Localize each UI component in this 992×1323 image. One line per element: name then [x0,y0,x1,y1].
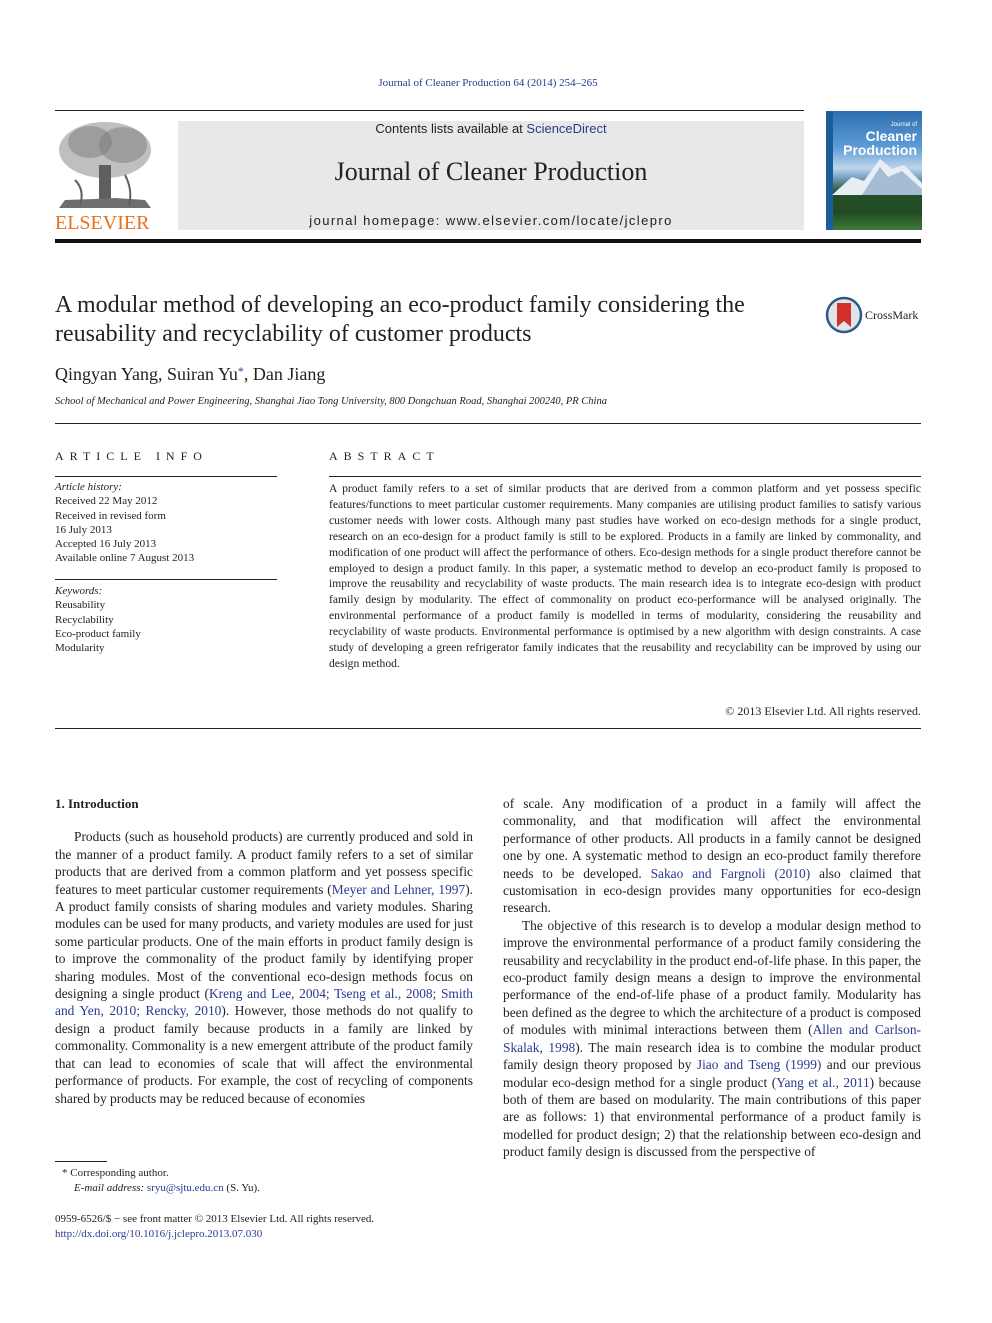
citation-link[interactable]: Meyer and Lehner, 1997 [332,882,465,897]
elsevier-wordmark: ELSEVIER [55,212,150,234]
keywords-rule [55,579,277,580]
history-label: Article history: [55,481,122,493]
keyword: Eco-product family [55,627,141,640]
header-thick-rule [55,239,921,243]
author-list: Qingyan Yang, Suiran Yu*, Dan Jiang [55,364,325,385]
abstract-text: A product family refers to a set of simi… [329,482,921,670]
history-item: 16 July 2013 [55,523,112,536]
history-item: Available online 7 August 2013 [55,552,195,565]
elsevier-tree-icon [59,122,151,208]
body-column-left: 1. Introduction Products (such as househ… [55,795,473,1107]
crossmark-icon [825,296,863,334]
article-info-heading: ARTICLE INFO [55,449,208,463]
paragraph: Products (such as household products) ar… [55,829,473,1106]
keyword: Recyclability [55,613,114,626]
issn-line: 0959-6526/$ − see front matter © 2013 El… [55,1213,375,1225]
abstract-heading: ABSTRACT [329,449,440,463]
front-matter: 0959-6526/$ − see front matter © 2013 El… [55,1212,374,1242]
abstract-divider [55,728,921,729]
keyword: Modularity [55,642,105,655]
authors-first: Qingyan Yang, Suiran Yu [55,364,238,384]
affiliation: School of Mechanical and Power Engineeri… [55,396,607,407]
history-item: Received 22 May 2012 [55,495,158,508]
journal-header-box: Contents lists available at ScienceDirec… [178,121,804,230]
journal-homepage[interactable]: journal homepage: www.elsevier.com/locat… [178,213,804,228]
title-divider [55,423,921,424]
corresponding-author-footnote: * Corresponding author. E-mail address: … [62,1166,260,1196]
body-column-right: of scale. Any modification of a product … [503,795,921,1161]
history-item: Received in revised form [55,509,166,522]
footnote-corresponding: * Corresponding author. [62,1167,169,1179]
crossmark-label: CrossMark [865,308,919,322]
authors-rest: , Dan Jiang [243,364,326,384]
mountain-icon [832,159,922,195]
article-history: Article history: Received 22 May 2012 Re… [55,480,277,566]
doi-link[interactable]: http://dx.doi.org/10.1016/j.jclepro.2013… [55,1228,262,1240]
citation-link[interactable]: Jiao and Tseng (1999) [697,1057,822,1072]
keywords-list: Keywords: Reusability Recyclability Eco-… [55,584,277,655]
citation-link[interactable]: Sakao and Fargnoli (2010) [651,866,811,881]
keyword: Reusability [55,599,106,612]
crossmark-button[interactable]: CrossMark [825,296,925,336]
contents-prefix: Contents lists available at [375,121,527,136]
footnote-email: E-mail address: sryu@sjtu.edu.cn (S. Yu)… [74,1182,260,1194]
footnote-rule [55,1161,107,1162]
email-link[interactable]: sryu@sjtu.edu.cn [147,1182,224,1194]
contents-line: Contents lists available at ScienceDirec… [178,121,804,136]
abstract-copyright: © 2013 Elsevier Ltd. All rights reserved… [725,704,921,718]
section-heading-introduction: 1. Introduction [55,796,139,811]
header-top-rule [55,110,804,111]
history-item: Accepted 16 July 2013 [55,538,157,551]
journal-reference-link[interactable]: Journal of Cleaner Production 64 (2014) … [0,77,976,89]
paragraph: of scale. Any modification of a product … [503,796,921,916]
sciencedirect-link[interactable]: ScienceDirect [526,121,606,136]
paragraph: The objective of this research is to dev… [503,917,922,1160]
article-info-rule [55,476,277,477]
elsevier-logo[interactable]: ELSEVIER [55,120,155,235]
journal-cover-image[interactable]: Journal of Cleaner Production [826,111,922,230]
journal-title: Journal of Cleaner Production [334,157,648,186]
abstract-rule [329,476,921,477]
cover-title: Journal of Cleaner Production [843,122,917,158]
article-title: A modular method of developing an eco-pr… [55,292,745,347]
citation-link[interactable]: Yang et al., 2011 [776,1075,869,1090]
keywords-label: Keywords: [55,585,103,597]
